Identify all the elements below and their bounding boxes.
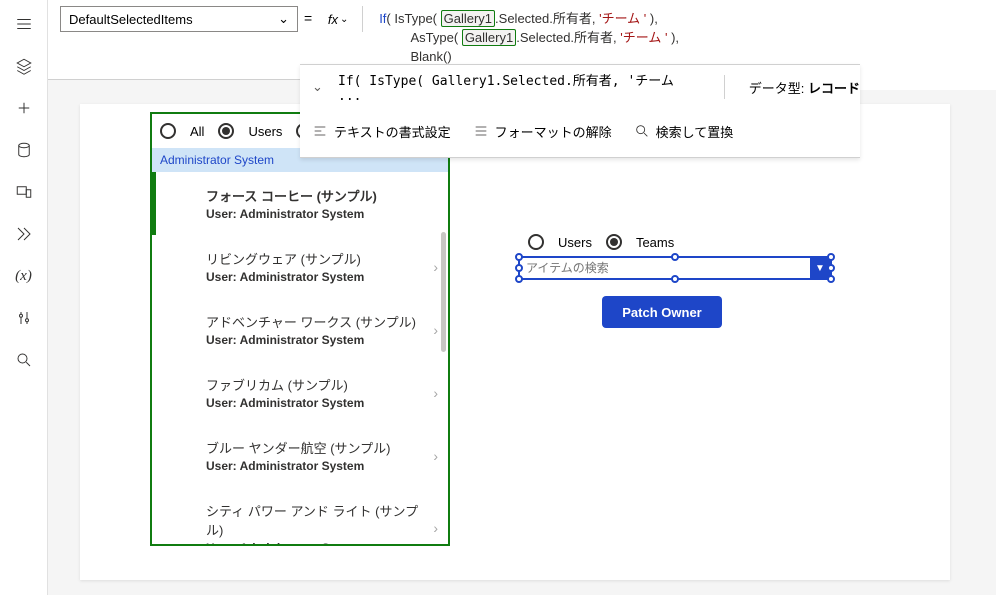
resize-handle[interactable] xyxy=(827,253,835,261)
chevron-right-icon: › xyxy=(433,448,438,464)
formula-preview: If( IsType( Gallery1.Selected.所有者, 'チーム … xyxy=(338,70,700,104)
canvas: All Users Teams Administrator System フォー… xyxy=(80,104,950,580)
search-icon[interactable] xyxy=(14,350,34,370)
list-item[interactable]: フォース コーヒー (サンプル) User: Administrator Sys… xyxy=(152,172,448,235)
chevron-down-icon: ⌄ xyxy=(278,11,289,27)
left-rail: (x) xyxy=(0,0,48,595)
chevron-right-icon: › xyxy=(433,259,438,275)
list-item[interactable]: ブルー ヤンダー航空 (サンプル) User: Administrator Sy… xyxy=(152,424,448,487)
resize-handle[interactable] xyxy=(515,275,523,283)
resize-handle[interactable] xyxy=(515,253,523,261)
flow-icon[interactable] xyxy=(14,224,34,244)
radio-teams-2[interactable] xyxy=(606,234,622,250)
patch-owner-button[interactable]: Patch Owner xyxy=(602,296,722,328)
settings-icon[interactable] xyxy=(14,308,34,328)
list-item[interactable]: リビングウェア (サンプル) User: Administrator Syste… xyxy=(152,235,448,298)
radio-users-2[interactable] xyxy=(528,234,544,250)
radio-all[interactable] xyxy=(160,123,176,139)
gallery-panel: All Users Teams Administrator System フォー… xyxy=(150,112,450,546)
layers-icon[interactable] xyxy=(14,56,34,76)
property-dropdown-value: DefaultSelectedItems xyxy=(69,12,193,27)
variable-icon[interactable]: (x) xyxy=(14,266,34,286)
resize-handle[interactable] xyxy=(827,275,835,283)
plus-icon[interactable] xyxy=(14,98,34,118)
gallery-body: フォース コーヒー (サンプル) User: Administrator Sys… xyxy=(152,172,448,544)
resize-handle[interactable] xyxy=(671,253,679,261)
resize-handle[interactable] xyxy=(671,275,679,283)
hamburger-icon[interactable] xyxy=(14,14,34,34)
combobox-selected[interactable]: ▼ xyxy=(518,256,832,280)
formula-result-bar: ⌄ If( IsType( Gallery1.Selected.所有者, 'チー… xyxy=(300,64,860,158)
chevron-right-icon: › xyxy=(433,520,438,536)
datatype-label: データ型: レコード xyxy=(749,78,860,97)
find-replace-button[interactable]: 検索して置換 xyxy=(634,122,734,141)
chevron-right-icon: › xyxy=(433,385,438,401)
expand-icon[interactable]: ⌄ xyxy=(312,79,328,95)
list-item[interactable]: アドベンチャー ワークス (サンプル) User: Administrator … xyxy=(152,298,448,361)
radio-users[interactable] xyxy=(218,123,234,139)
remove-format-button[interactable]: フォーマットの解除 xyxy=(473,122,612,141)
chevron-right-icon: › xyxy=(433,322,438,338)
owner-type-radios: Users Teams xyxy=(528,234,674,250)
format-text-button[interactable]: テキストの書式設定 xyxy=(312,122,451,141)
scrollbar[interactable] xyxy=(441,232,446,352)
resize-handle[interactable] xyxy=(827,264,835,272)
equals-label: = xyxy=(304,10,312,26)
combobox-input[interactable] xyxy=(520,261,810,275)
fx-button[interactable]: fx⌄ xyxy=(318,6,358,32)
list-item[interactable]: シティ パワー アンド ライト (サンプル) User: Administrat… xyxy=(152,487,448,544)
devices-icon[interactable] xyxy=(14,182,34,202)
resize-handle[interactable] xyxy=(515,264,523,272)
list-item[interactable]: ファブリカム (サンプル) User: Administrator System… xyxy=(152,361,448,424)
property-dropdown[interactable]: DefaultSelectedItems ⌄ xyxy=(60,6,298,32)
database-icon[interactable] xyxy=(14,140,34,160)
